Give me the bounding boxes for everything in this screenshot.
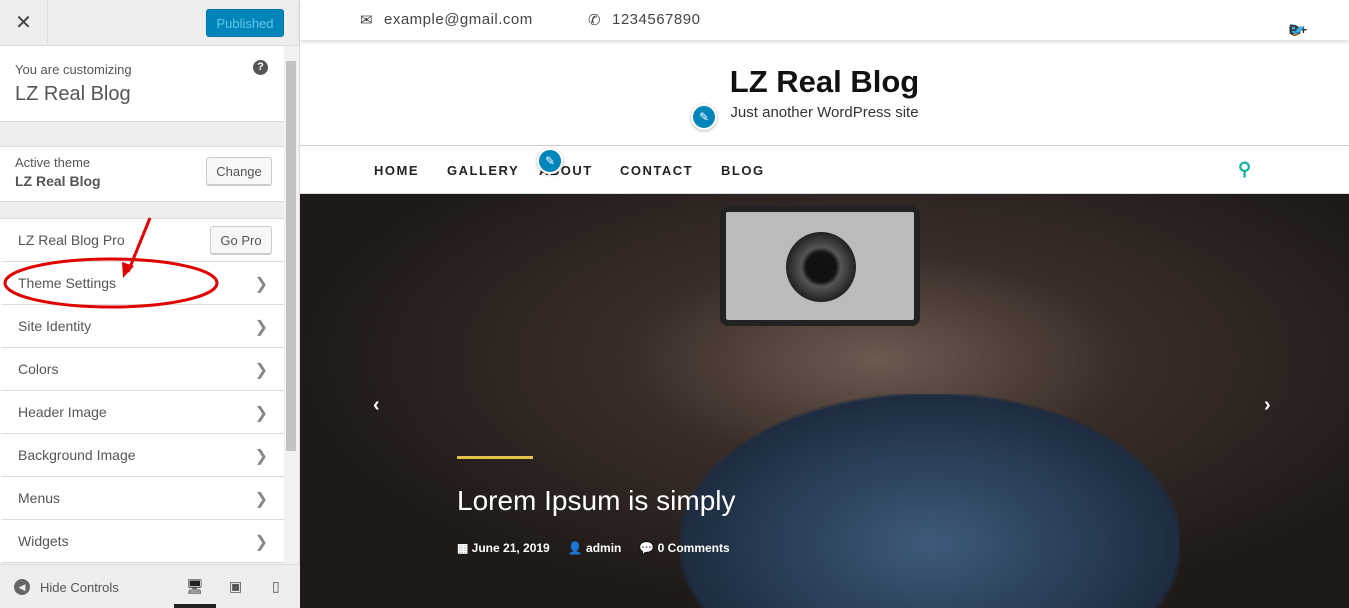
menu-item-label: Colors xyxy=(18,361,59,377)
calendar-icon: ▦ xyxy=(457,541,472,555)
main-nav: HOME GALLERY ABOUT CONTACT BLOG ✎ ⚲ xyxy=(300,146,1349,194)
edit-shortcut-icon[interactable]: ✎ xyxy=(537,148,563,174)
post-date: ▦ June 21, 2019 xyxy=(457,541,550,555)
customizer-footer: ◀ Hide Controls 🖥 ▣ ▯ xyxy=(0,564,300,608)
post-comments: 💬 0 Comments xyxy=(639,541,730,555)
hide-controls-button[interactable]: ◀ Hide Controls xyxy=(14,579,119,595)
customizer-header: ✕ Published xyxy=(0,0,299,46)
active-theme-section: Active theme LZ Real Blog Change xyxy=(0,146,284,202)
site-tagline: Just another WordPress site xyxy=(730,104,919,121)
chevron-right-icon: ❯ xyxy=(254,448,268,465)
slide-meta: ▦ June 21, 2019 👤 admin 💬 0 Comments xyxy=(457,540,730,556)
menu-item-label: Header Image xyxy=(18,404,107,420)
close-icon[interactable]: ✕ xyxy=(0,0,48,45)
menu-item-label: Background Image xyxy=(18,447,136,463)
site-branding: LZ Real Blog Just another WordPress site… xyxy=(300,40,1349,146)
change-theme-button[interactable]: Change xyxy=(206,157,272,185)
menu-item-widgets[interactable]: Widgets ❯ xyxy=(0,520,284,563)
user-icon: 👤 xyxy=(567,541,587,555)
published-button[interactable]: Published xyxy=(206,9,284,37)
mobile-preview-icon[interactable]: ▯ xyxy=(272,578,280,594)
red-annotation xyxy=(3,217,219,309)
site-name: LZ Real Blog xyxy=(15,83,131,105)
hero-slider: ‹ › Lorem Ipsum is simply ▦ June 21, 201… xyxy=(300,194,1349,608)
comments-icon: 💬 xyxy=(639,541,658,555)
phone-icon: ✆ xyxy=(588,12,602,29)
edit-shortcut-icon[interactable]: ✎ xyxy=(691,104,717,130)
email-text[interactable]: example@gmail.com xyxy=(384,11,533,28)
nav-gallery[interactable]: GALLERY xyxy=(447,163,519,178)
customizing-label: You are customizing xyxy=(15,62,132,77)
site-preview: ✉ example@gmail.com ✆ 1234567890 f G+ in… xyxy=(300,0,1349,608)
prev-slide-icon[interactable]: ‹ xyxy=(373,394,380,416)
chevron-right-icon: ❯ xyxy=(254,405,268,422)
search-icon[interactable]: ⚲ xyxy=(1238,159,1253,180)
highlight-ellipse xyxy=(3,257,219,309)
title-accent-bar xyxy=(457,456,533,459)
desktop-preview-icon[interactable]: 🖥 xyxy=(186,578,204,594)
chevron-right-icon: ❯ xyxy=(254,276,268,293)
customizing-info: You are customizing LZ Real Blog ? xyxy=(0,46,284,122)
annotation-arrow xyxy=(126,217,152,273)
help-icon[interactable]: ? xyxy=(253,60,268,75)
nav-blog[interactable]: BLOG xyxy=(721,163,765,178)
menu-item-label: Menus xyxy=(18,490,61,506)
menu-item-label: Site Identity xyxy=(18,318,92,334)
active-device-indicator xyxy=(174,604,216,608)
phone-text[interactable]: 1234567890 xyxy=(612,11,700,28)
menu-item-label: Widgets xyxy=(18,533,69,549)
email-icon: ✉ xyxy=(360,12,374,29)
top-bar: ✉ example@gmail.com ✆ 1234567890 f G+ in… xyxy=(300,0,1349,40)
chevron-right-icon: ❯ xyxy=(254,319,268,336)
scrollbar-thumb[interactable] xyxy=(286,61,296,451)
nav-contact[interactable]: CONTACT xyxy=(620,163,693,178)
chevron-right-icon: ❯ xyxy=(254,362,268,379)
chevron-right-icon: ❯ xyxy=(254,534,268,551)
camera-image xyxy=(720,206,920,326)
post-author: 👤 admin xyxy=(567,541,622,555)
menu-item-colors[interactable]: Colors ❯ xyxy=(0,348,284,391)
menu-item-header-image[interactable]: Header Image ❯ xyxy=(0,391,284,434)
nav-home[interactable]: HOME xyxy=(374,163,419,178)
slide-image xyxy=(680,394,1180,608)
next-slide-icon[interactable]: › xyxy=(1264,394,1271,416)
collapse-icon: ◀ xyxy=(14,579,30,595)
scrollbar[interactable] xyxy=(284,46,298,564)
site-title[interactable]: LZ Real Blog xyxy=(300,40,1349,100)
tablet-preview-icon[interactable]: ▣ xyxy=(229,578,242,594)
hide-controls-label: Hide Controls xyxy=(40,579,119,595)
slide-title[interactable]: Lorem Ipsum is simply xyxy=(457,484,736,518)
pinterest-icon[interactable]: P xyxy=(1289,22,1298,37)
chevron-right-icon: ❯ xyxy=(254,491,268,508)
menu-item-menus[interactable]: Menus ❯ xyxy=(0,477,284,520)
menu-item-background-image[interactable]: Background Image ❯ xyxy=(0,434,284,477)
